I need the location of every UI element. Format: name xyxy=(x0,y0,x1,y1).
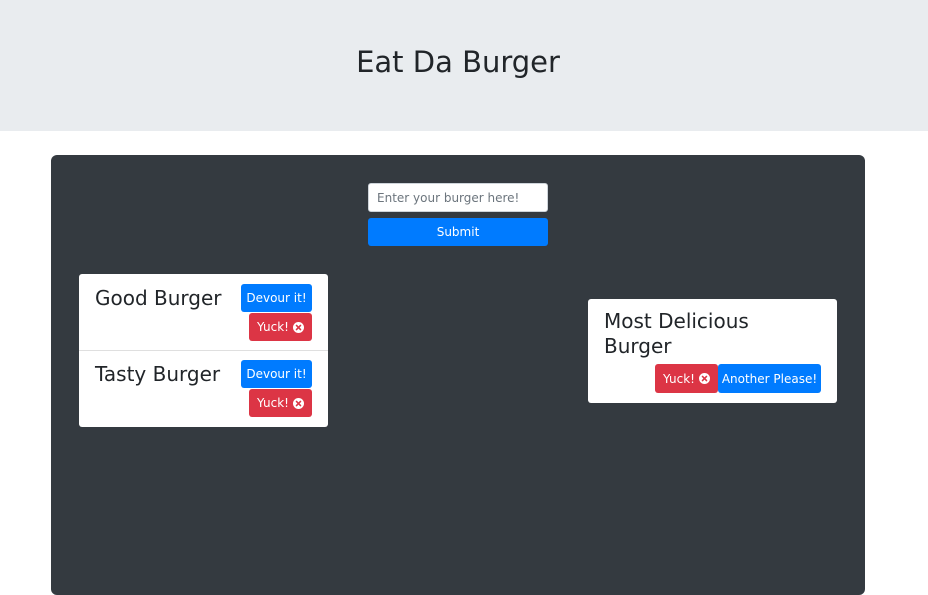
devour-button[interactable]: Devour it! xyxy=(241,284,312,312)
burger-name-line-1: Most Delicious xyxy=(604,309,749,333)
yuck-label: Yuck! xyxy=(257,320,289,334)
devour-button[interactable]: Devour it! xyxy=(241,360,312,388)
circle-x-icon xyxy=(292,397,304,409)
yuck-button[interactable]: Yuck! xyxy=(655,364,718,393)
page-title: Eat Da Burger xyxy=(356,45,560,79)
header-jumbotron: Eat Da Burger xyxy=(0,0,928,131)
list-divider xyxy=(79,350,328,351)
submit-button[interactable]: Submit xyxy=(368,218,548,246)
yuck-label: Yuck! xyxy=(257,396,289,410)
yuck-button[interactable]: Yuck! xyxy=(249,389,312,417)
circle-x-icon xyxy=(292,321,304,333)
burger-name: Tasty Burger xyxy=(95,362,221,386)
circle-x-icon xyxy=(698,373,710,384)
yuck-button[interactable]: Yuck! xyxy=(249,313,312,341)
devoured-list: Most Delicious Burger Yuck! Another Plea… xyxy=(588,299,837,403)
burger-name: Good Burger xyxy=(95,286,222,310)
another-please-button[interactable]: Another Please! xyxy=(718,364,821,393)
burger-name-line-2: Burger xyxy=(604,334,672,358)
yuck-label: Yuck! xyxy=(663,371,695,386)
not-devoured-list: Good Burger Devour it! Yuck! Tasty Burge… xyxy=(79,274,328,427)
burger-name-input[interactable] xyxy=(368,183,548,212)
